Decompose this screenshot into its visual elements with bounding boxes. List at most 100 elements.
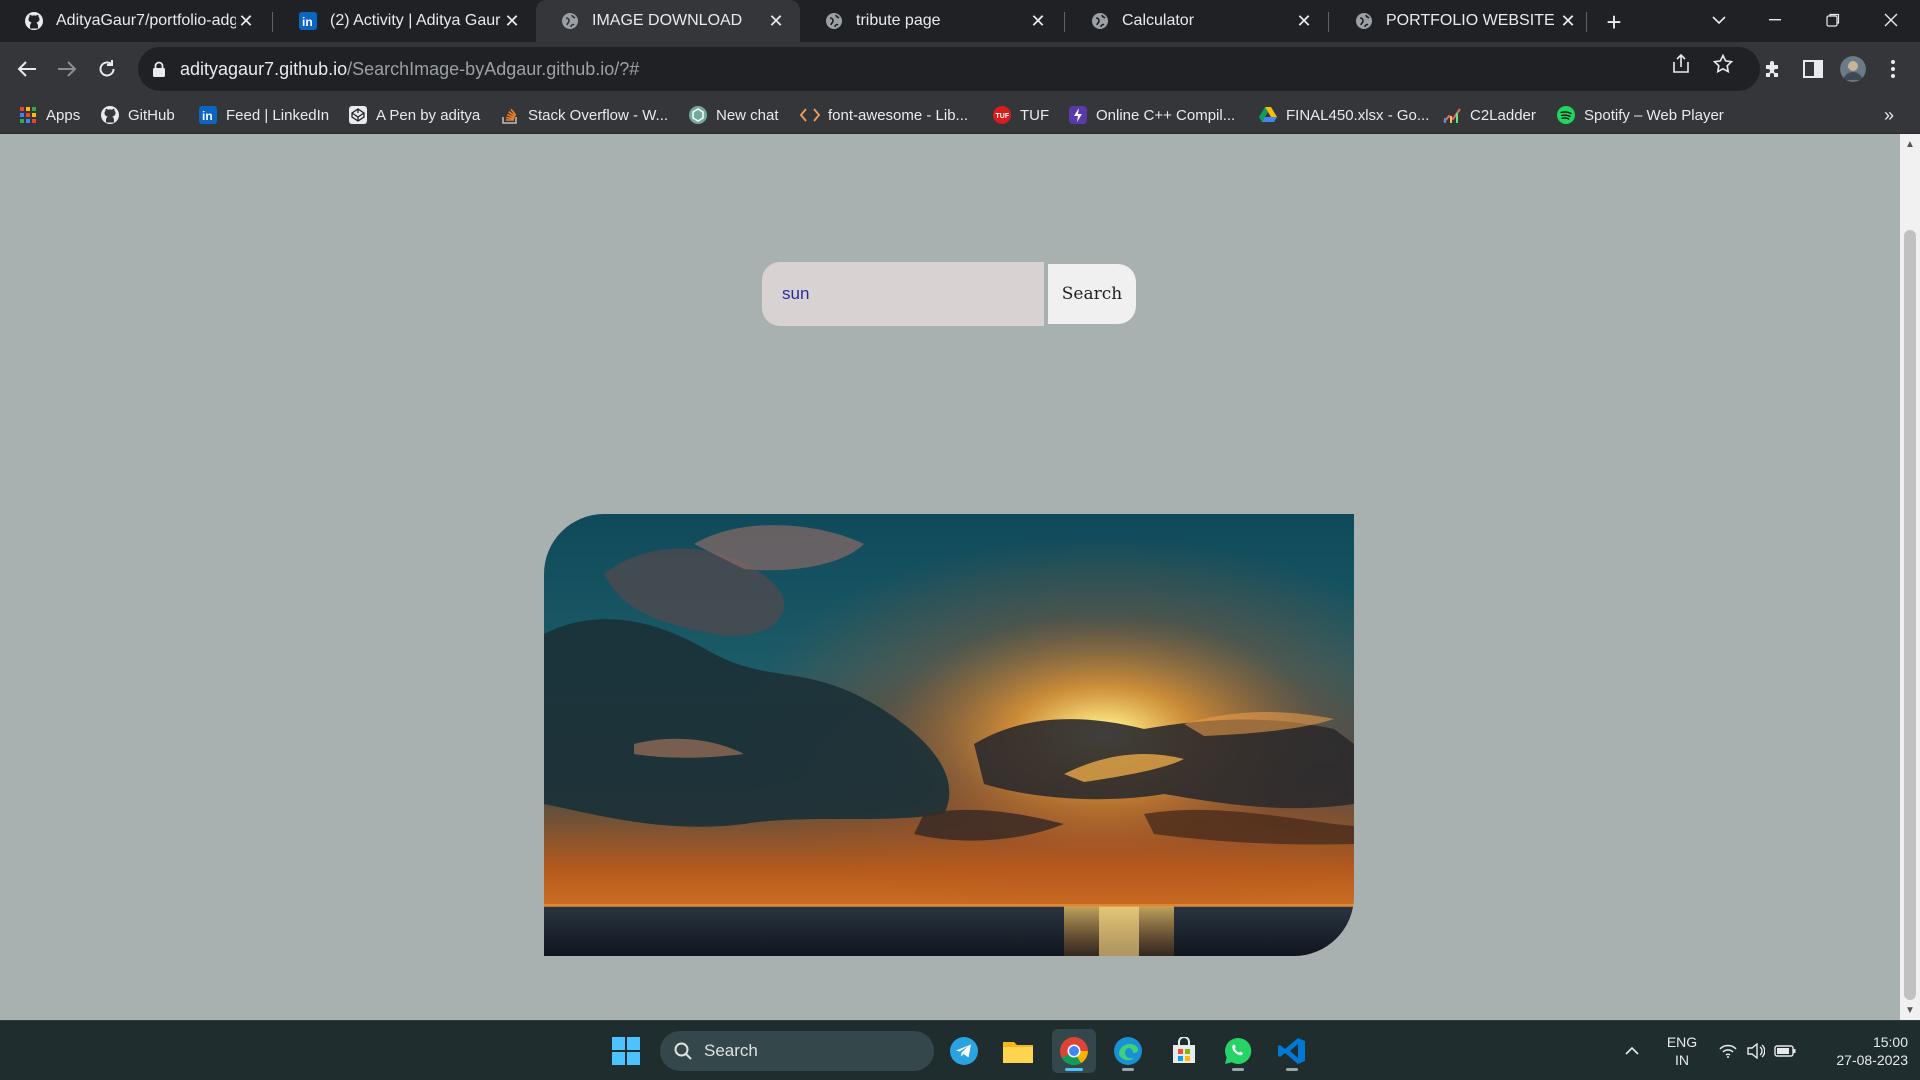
scrollbar-thumb[interactable] — [1904, 230, 1916, 1000]
bookmark-new-chat[interactable]: New chat — [688, 96, 779, 134]
bookmarks-bar: Apps GitHub in Feed | LinkedIn A Pen by … — [0, 96, 1920, 134]
telegram-icon[interactable] — [942, 1029, 986, 1073]
show-hidden-icons-chevron[interactable] — [1620, 1021, 1644, 1080]
tab-title: tribute page — [856, 12, 941, 29]
back-button[interactable] — [10, 52, 44, 86]
close-icon[interactable]: ✕ — [502, 11, 522, 31]
linkedin-icon: in — [198, 105, 218, 125]
close-icon[interactable]: ✕ — [1294, 11, 1314, 31]
bookmark-tuf[interactable]: TUF TUF — [992, 96, 1049, 134]
github-icon — [24, 11, 44, 31]
vscode-icon[interactable] — [1270, 1029, 1314, 1073]
reload-button[interactable] — [90, 52, 124, 86]
bookmark-c2ladder[interactable]: C2Ladder — [1442, 96, 1536, 134]
tab-image-download[interactable]: IMAGE DOWNLOAD ✕ — [536, 0, 800, 42]
tab-divider — [1328, 12, 1329, 32]
tab-title: PORTFOLIO WEBSITE — [1386, 12, 1555, 29]
url-path: /SearchImage-byAdgaur.github.io/?# — [347, 58, 640, 79]
file-explorer-icon[interactable] — [996, 1029, 1040, 1073]
lock-icon[interactable] — [152, 61, 166, 77]
tab-tribute-page[interactable]: tribute page ✕ — [800, 0, 1062, 42]
restore-button[interactable] — [1808, 0, 1858, 40]
side-panel-icon[interactable] — [1800, 56, 1826, 82]
globe-icon — [1090, 11, 1110, 31]
bookmark-label: Spotify – Web Player — [1584, 106, 1724, 124]
svg-text:in: in — [202, 109, 213, 123]
bookmark-linkedin-feed[interactable]: in Feed | LinkedIn — [198, 96, 329, 134]
search-input[interactable] — [762, 262, 1044, 326]
share-icon[interactable] — [1670, 53, 1692, 75]
volume-icon[interactable] — [1744, 1021, 1768, 1080]
wifi-icon[interactable] — [1716, 1021, 1740, 1080]
bookmark-label: FINAL450.xlsx - Go... — [1286, 106, 1430, 124]
bookmark-label: A Pen by aditya — [376, 106, 481, 124]
tab-search-chevron-icon[interactable] — [1694, 0, 1744, 40]
whatsapp-icon[interactable] — [1216, 1029, 1260, 1073]
edge-icon[interactable] — [1106, 1029, 1150, 1073]
chrome-icon[interactable] — [1052, 1029, 1096, 1073]
close-window-button[interactable] — [1866, 0, 1916, 40]
running-indicator — [1065, 1068, 1083, 1071]
microsoft-store-icon[interactable] — [1162, 1029, 1206, 1073]
extensions-puzzle-icon[interactable] — [1760, 56, 1786, 82]
tab-linkedin-activity[interactable]: in (2) Activity | Aditya Gaur | LinkedIn… — [274, 0, 536, 42]
bookmark-github[interactable]: GitHub — [100, 96, 175, 134]
bookmark-stackoverflow[interactable]: Stack Overflow - W... — [500, 96, 668, 134]
linkedin-icon: in — [298, 11, 318, 31]
bookmark-online-cpp-compiler[interactable]: Online C++ Compil... — [1068, 96, 1235, 134]
close-icon[interactable]: ✕ — [766, 11, 786, 31]
address-bar[interactable]: adityagaur7.github.io/SearchImage-byAdga… — [138, 47, 1760, 91]
bookmark-star-icon[interactable] — [1712, 53, 1734, 75]
tab-strip: AdityaGaur7/portfolio-adgaur ✕ in (2) Ac… — [0, 0, 1920, 42]
github-icon — [100, 105, 120, 125]
globe-icon — [824, 11, 844, 31]
globe-icon — [1354, 11, 1374, 31]
bookmark-codepen[interactable]: A Pen by aditya — [348, 96, 480, 134]
close-icon[interactable]: ✕ — [1558, 11, 1578, 31]
tab-calculator[interactable]: Calculator ✕ — [1066, 0, 1328, 42]
close-icon[interactable]: ✕ — [1028, 11, 1048, 31]
forward-button[interactable] — [50, 52, 84, 86]
tab-github-portfolio[interactable]: AdityaGaur7/portfolio-adgaur ✕ — [0, 0, 270, 42]
browser-toolbar: adityagaur7.github.io/SearchImage-byAdga… — [0, 42, 1920, 96]
language-indicator[interactable]: ENG IN — [1660, 1033, 1704, 1069]
chrome-menu-icon[interactable] — [1880, 56, 1906, 82]
close-icon[interactable]: ✕ — [236, 11, 256, 31]
tuf-icon: TUF — [992, 105, 1012, 125]
lang-region: IN — [1675, 1052, 1689, 1068]
search-button[interactable]: Search — [1048, 264, 1136, 324]
new-tab-button[interactable]: + — [1598, 6, 1630, 38]
bookmark-label: Stack Overflow - W... — [528, 106, 669, 124]
chart-icon — [1442, 105, 1462, 125]
tab-portfolio-website[interactable]: PORTFOLIO WEBSITE ✕ — [1330, 0, 1592, 42]
result-image[interactable] — [544, 514, 1354, 956]
scroll-up-arrow-icon[interactable]: ▲ — [1900, 134, 1920, 154]
chatgpt-icon — [688, 105, 708, 125]
system-clock[interactable]: 15:00 27-08-2023 — [1804, 1033, 1908, 1069]
tab-title: AdityaGaur7/portfolio-adgaur — [56, 12, 236, 29]
bookmarks-overflow-button[interactable]: » — [1884, 96, 1894, 134]
bookmark-label: Apps — [46, 106, 81, 124]
scroll-down-arrow-icon[interactable]: ▼ — [1900, 1000, 1920, 1020]
image-search-form: Search — [762, 262, 1136, 326]
spotify-icon — [1556, 105, 1576, 125]
bookmark-final450[interactable]: FINAL450.xlsx - Go... — [1258, 96, 1429, 134]
stackoverflow-icon — [500, 105, 520, 125]
bookmark-apps[interactable]: Apps — [18, 96, 80, 134]
svg-text:in: in — [302, 15, 313, 29]
page-scrollbar[interactable]: ▲ ▼ — [1900, 134, 1920, 1020]
apps-grid-icon — [18, 105, 38, 125]
taskbar-search-box[interactable]: Search — [660, 1031, 934, 1071]
start-windows-icon[interactable] — [604, 1029, 648, 1073]
minimize-button[interactable] — [1750, 0, 1800, 40]
running-indicator — [1286, 1068, 1298, 1071]
sunset-image — [544, 514, 1354, 956]
bookmark-font-awesome[interactable]: font-awesome - Lib... — [800, 96, 968, 134]
profile-avatar[interactable] — [1840, 56, 1866, 82]
bookmark-spotify[interactable]: Spotify – Web Player — [1556, 96, 1724, 134]
code-brackets-icon — [800, 105, 820, 125]
battery-icon[interactable] — [1772, 1021, 1798, 1080]
tab-divider — [272, 12, 273, 32]
codepen-icon — [348, 105, 368, 125]
url-text[interactable]: adityagaur7.github.io/SearchImage-byAdga… — [180, 59, 639, 80]
